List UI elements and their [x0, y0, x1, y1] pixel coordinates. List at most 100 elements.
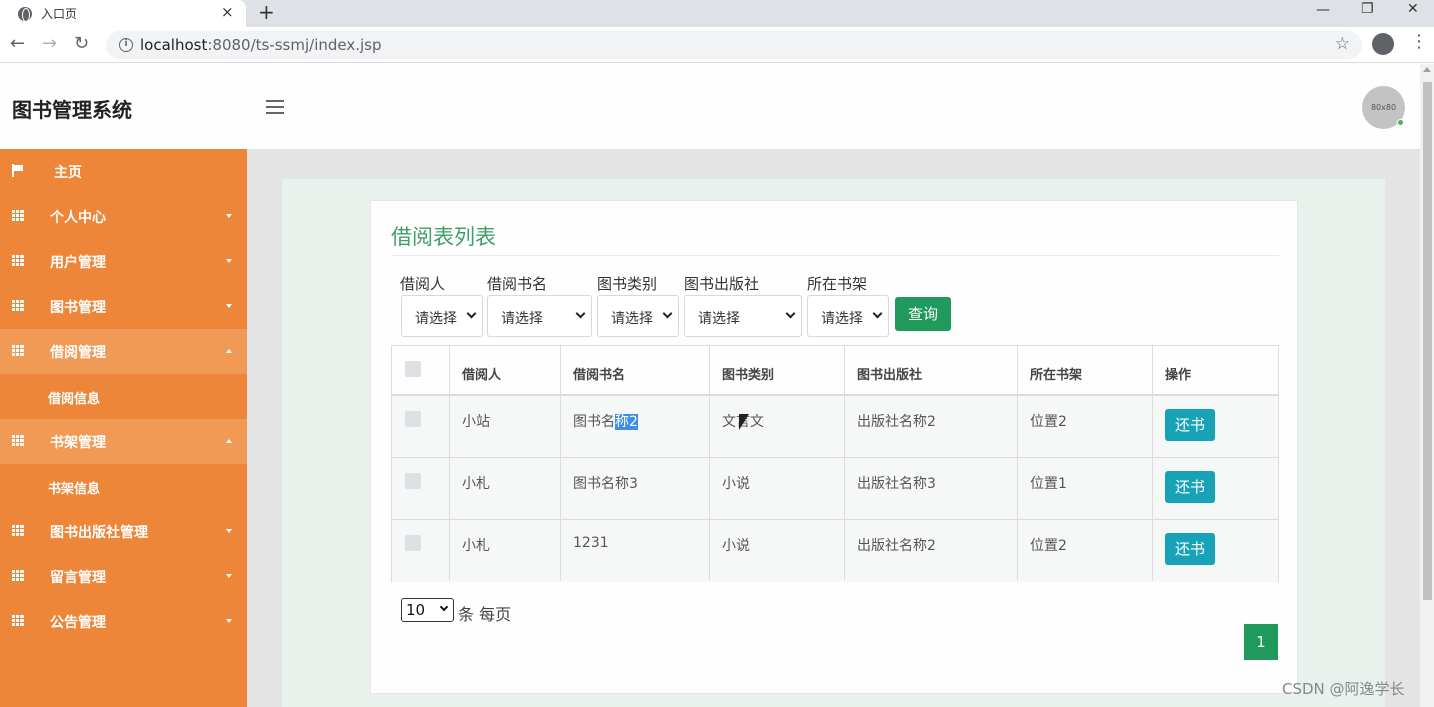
grid-icon [12, 615, 24, 626]
sidebar-item-label: 书架管理 [50, 434, 106, 451]
info-icon[interactable]: i [119, 38, 133, 52]
sidebar-item-personal-center[interactable]: 个人中心 [0, 194, 247, 239]
chevron-down-icon [872, 308, 883, 319]
sidebar-item-shelf-management[interactable]: 书架管理 [0, 419, 247, 464]
column-header: 图书出版社 [857, 368, 923, 383]
cell-borrower: 小札 [462, 538, 490, 554]
cell-shelf: 位置2 [1030, 538, 1067, 554]
filter-select-shelf[interactable]: 请选择 [807, 295, 889, 337]
cell-text: 图书名 [573, 414, 615, 430]
caret-down-icon [226, 304, 232, 308]
sidebar: 主页 个人中心 用户管理 图书管理 借阅管理 借阅信息 书架管理 书架信息 图书… [0, 149, 247, 707]
filter-select-publisher[interactable]: 请选择 [684, 295, 802, 337]
sidebar-item-publisher-management[interactable]: 图书出版社管理 [0, 509, 247, 554]
globe-icon [18, 6, 32, 22]
cell-borrower: 小札 [462, 476, 490, 492]
back-icon[interactable]: ← [10, 33, 25, 54]
row-checkbox[interactable] [405, 473, 421, 489]
borrow-list-card: 借阅表列表 借阅人 请选择 借阅书名 请选择 图书类别 请选择 图书出版社 请选… [370, 200, 1298, 694]
cell-book-name: 图书名称3 [573, 476, 638, 492]
sidebar-item-notice-management[interactable]: 公告管理 [0, 599, 247, 644]
new-tab-icon[interactable]: + [258, 0, 275, 24]
column-divider [709, 346, 710, 581]
cell-shelf: 位置1 [1030, 476, 1067, 492]
sidebar-item-label: 借阅信息 [48, 392, 101, 407]
scrollbar-thumb[interactable] [1423, 82, 1432, 600]
sidebar-subitem-borrow-info[interactable]: 借阅信息 [0, 374, 247, 419]
sidebar-item-label: 个人中心 [50, 209, 106, 226]
url-text: localhost:8080/ts-ssmj/index.jsp [140, 36, 382, 54]
sidebar-item-label: 书架信息 [48, 482, 101, 497]
caret-up-icon [226, 349, 232, 353]
restore-icon[interactable]: ❐ [1361, 1, 1374, 17]
page-size-select[interactable]: 10 [401, 598, 454, 622]
browser-menu-icon[interactable]: ⋮ [1410, 31, 1428, 53]
url-path: :8080/ts-ssmj/index.jsp [207, 36, 382, 54]
sidebar-item-borrow-management[interactable]: 借阅管理 [0, 329, 247, 374]
address-bar[interactable]: i localhost:8080/ts-ssmj/index.jsp ☆ [106, 31, 1362, 59]
borrow-table: 借阅人 借阅书名 图书类别 图书出版社 所在书架 操作 小站 图书名称2 文言文… [391, 345, 1279, 582]
sidebar-item-label: 主页 [54, 164, 82, 181]
row-checkbox[interactable] [405, 411, 421, 427]
filter-select-borrower[interactable]: 请选择 [401, 295, 483, 337]
sidebar-item-message-management[interactable]: 留言管理 [0, 554, 247, 599]
cell-publisher: 出版社名称2 [857, 538, 936, 554]
chevron-down-icon [662, 308, 673, 319]
forward-icon[interactable]: → [42, 33, 57, 54]
watermark: CSDN @阿逸学长 [1282, 680, 1405, 698]
column-divider [844, 346, 845, 581]
column-divider [449, 346, 450, 581]
sidebar-subitem-shelf-info[interactable]: 书架信息 [0, 464, 247, 509]
filter-select-book-name[interactable]: 请选择 [487, 295, 592, 337]
table-row: 小站 图书名称2 文言文 出版社名称2 位置2 还书 [392, 396, 1278, 458]
column-divider [1152, 346, 1153, 581]
filter-label-borrower: 借阅人 [400, 275, 446, 293]
sidebar-item-home[interactable]: 主页 [0, 149, 247, 194]
return-book-button[interactable]: 还书 [1165, 533, 1215, 565]
browser-tab-bar: 入口页 × + — ❐ ✕ [0, 0, 1434, 27]
title-divider [391, 255, 1279, 256]
close-window-icon[interactable]: ✕ [1407, 1, 1419, 17]
online-status-dot [1397, 119, 1404, 126]
page-title: 借阅表列表 [391, 225, 496, 249]
row-checkbox[interactable] [405, 535, 421, 551]
app-header: 图书管理系统 80x80 [0, 64, 1420, 149]
url-host: localhost [140, 36, 208, 54]
select-all-checkbox[interactable] [405, 361, 421, 377]
column-header: 图书类别 [722, 368, 775, 383]
filter-label-category: 图书类别 [597, 275, 658, 293]
scroll-up-arrow-icon[interactable] [1423, 67, 1431, 72]
chevron-down-icon [439, 602, 449, 612]
query-button[interactable]: 查询 [895, 297, 951, 331]
return-book-button[interactable]: 还书 [1165, 471, 1215, 503]
select-value: 请选择 [415, 311, 457, 327]
page-button-current[interactable]: 1 [1244, 624, 1278, 660]
select-value: 请选择 [501, 311, 543, 327]
sidebar-item-user-management[interactable]: 用户管理 [0, 239, 247, 284]
sidebar-item-book-management[interactable]: 图书管理 [0, 284, 247, 329]
caret-down-icon [226, 259, 232, 263]
page-size-label: 条 每页 [458, 605, 512, 624]
filter-select-category[interactable]: 请选择 [597, 295, 679, 337]
account-icon[interactable] [1372, 33, 1394, 55]
filter-label-publisher: 图书出版社 [684, 275, 760, 293]
grid-icon [12, 255, 24, 266]
caret-down-icon [226, 529, 232, 533]
cell-borrower: 小站 [462, 414, 490, 430]
sidebar-item-label: 借阅管理 [50, 344, 106, 361]
select-value: 请选择 [821, 311, 863, 327]
tab-close-icon[interactable]: × [221, 3, 234, 21]
menu-toggle-icon[interactable] [266, 100, 284, 114]
browser-tab[interactable]: 入口页 × [0, 0, 246, 27]
grid-icon [12, 435, 24, 446]
tab-title: 入口页 [41, 7, 78, 21]
caret-down-icon [226, 574, 232, 578]
cell-book-name: 1231 [573, 535, 609, 551]
mouse-cursor-icon [739, 414, 749, 430]
reload-icon[interactable]: ↻ [74, 33, 89, 54]
minimize-icon[interactable]: — [1316, 2, 1330, 18]
bookmark-star-icon[interactable]: ☆ [1335, 34, 1350, 54]
return-book-button[interactable]: 还书 [1165, 409, 1215, 441]
grid-icon [12, 525, 24, 536]
grid-icon [12, 345, 24, 356]
